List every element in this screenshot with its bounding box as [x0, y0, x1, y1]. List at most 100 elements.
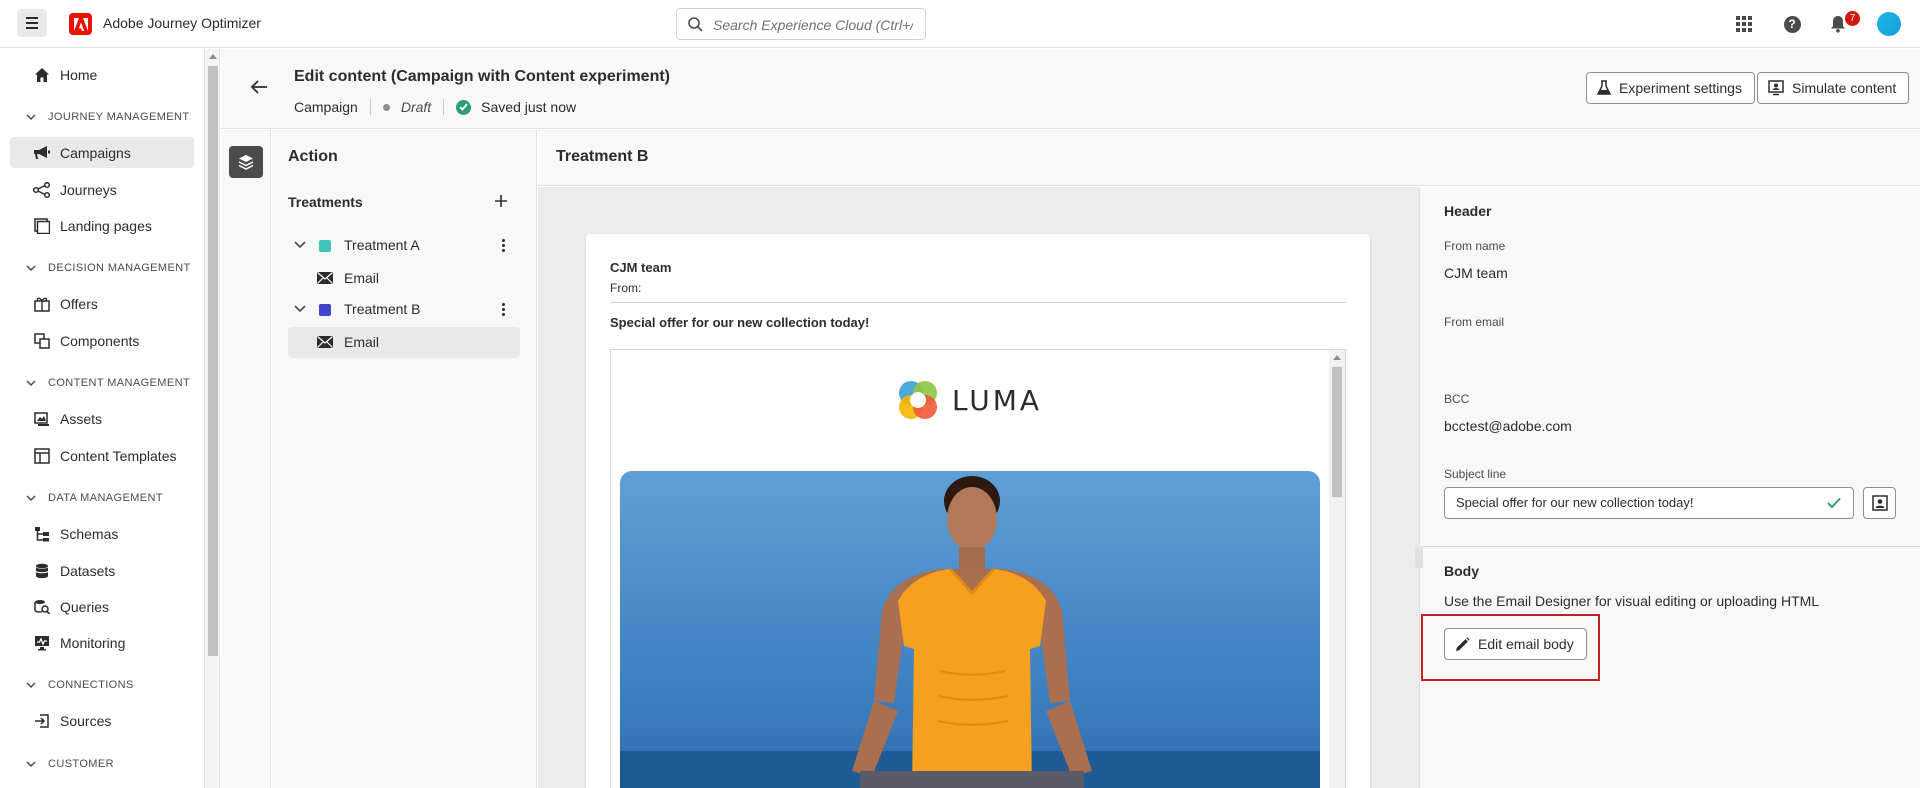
body-description: Use the Email Designer for visual editin… — [1444, 593, 1820, 609]
treatment-a-row[interactable]: Treatment A — [288, 230, 520, 261]
from-name-value[interactable]: CJM team — [1444, 265, 1508, 281]
treatment-b-row[interactable]: Treatment B — [288, 294, 520, 325]
sidebar-scrollbar[interactable] — [205, 49, 220, 788]
treatment-title: Treatment B — [556, 148, 649, 165]
subject-line-value[interactable]: Special offer for our new collection tod… — [1456, 495, 1694, 510]
check-icon — [1827, 496, 1841, 512]
adobe-logo-icon — [69, 13, 92, 35]
nav-offers[interactable]: Offers — [10, 288, 194, 319]
brand-name: LUMA — [952, 383, 1043, 417]
assets-icon — [32, 409, 52, 429]
nav-home[interactable]: Home — [10, 59, 194, 90]
campaign-meta: Campaign Draft Saved just now — [294, 97, 576, 117]
bcc-value[interactable]: bcctest@adobe.com — [1444, 418, 1572, 434]
search-icon — [688, 17, 703, 35]
envelope-icon — [316, 335, 334, 352]
edit-email-body-button[interactable]: Edit email body — [1444, 628, 1587, 660]
panel-resize-handle[interactable] — [1415, 546, 1423, 568]
treatment-b-swatch — [319, 304, 331, 316]
simulate-icon — [1768, 80, 1784, 96]
divider — [1419, 546, 1920, 547]
chevron-down-icon[interactable] — [294, 304, 306, 314]
query-icon — [32, 597, 52, 617]
menu-toggle-button[interactable] — [17, 9, 47, 37]
apps-grid-icon[interactable] — [1734, 14, 1754, 34]
preview-from-label: From: — [610, 281, 642, 295]
section-customer[interactable]: CUSTOMER — [26, 754, 114, 774]
section-data-management[interactable]: DATA MANAGEMENT — [26, 488, 163, 508]
checkmark-circle-icon — [456, 99, 472, 115]
offer-icon — [32, 294, 52, 314]
schema-icon — [32, 524, 52, 544]
chevron-down-icon — [26, 380, 36, 387]
template-icon — [32, 446, 52, 466]
nav-journeys[interactable]: Journeys — [10, 174, 194, 205]
database-icon — [32, 561, 52, 581]
nav-queries[interactable]: Queries — [10, 591, 194, 622]
luma-logo-icon — [899, 381, 937, 419]
action-panel-title: Action — [288, 148, 338, 165]
chevron-down-icon[interactable] — [294, 240, 306, 250]
divider — [610, 302, 1346, 303]
more-options-icon[interactable] — [495, 237, 511, 253]
back-arrow-icon[interactable] — [250, 79, 268, 98]
section-decision-management[interactable]: DECISION MANAGEMENT — [26, 258, 191, 278]
envelope-icon — [316, 271, 334, 288]
section-journey-management[interactable]: JOURNEY MANAGEMENT — [26, 107, 189, 127]
chevron-down-icon — [26, 495, 36, 502]
nav-landing-pages[interactable]: Landing pages — [10, 210, 194, 241]
subject-line-label: Subject line — [1444, 467, 1507, 481]
app-title: Adobe Journey Optimizer — [103, 15, 261, 31]
preview-from-name: CJM team — [610, 260, 672, 275]
section-content-management[interactable]: CONTENT MANAGEMENT — [26, 373, 190, 393]
section-connections[interactable]: CONNECTIONS — [26, 675, 134, 695]
search-box[interactable] — [676, 8, 926, 40]
body-section-title: Body — [1444, 563, 1479, 579]
chevron-down-icon — [26, 114, 36, 121]
email-body-scrollbar[interactable] — [1329, 350, 1345, 788]
nav-assets[interactable]: Assets — [10, 403, 194, 434]
landing-page-icon — [32, 216, 52, 236]
nav-components[interactable]: Components — [10, 325, 194, 356]
header-section-title: Header — [1444, 203, 1492, 219]
source-icon — [32, 711, 52, 731]
nav-schemas[interactable]: Schemas — [10, 518, 194, 549]
from-name-label: From name — [1444, 239, 1506, 253]
add-treatment-icon[interactable] — [493, 193, 509, 209]
nav-sources[interactable]: Sources — [10, 705, 194, 736]
journey-icon — [32, 180, 52, 200]
help-icon[interactable]: ? — [1782, 14, 1802, 34]
status-dot — [382, 103, 390, 111]
personalization-button[interactable] — [1863, 487, 1896, 519]
monitoring-icon — [32, 633, 52, 653]
page-title: Edit content (Campaign with Content expe… — [294, 68, 671, 85]
nav-campaigns[interactable]: Campaigns — [10, 137, 194, 168]
top-bar: Adobe Journey Optimizer ? 7 — [0, 0, 1920, 48]
action-panel — [272, 130, 537, 788]
chevron-down-icon — [26, 761, 36, 768]
nav-monitoring[interactable]: Monitoring — [10, 627, 194, 658]
pencil-icon — [1455, 636, 1470, 652]
nav-content-templates[interactable]: Content Templates — [10, 440, 194, 471]
personalization-icon — [1871, 495, 1888, 511]
chevron-down-icon — [26, 682, 36, 689]
megaphone-icon — [32, 143, 52, 163]
luma-logo: LUMA — [896, 378, 1042, 422]
components-icon — [32, 331, 52, 351]
preview-subject: Special offer for our new collection tod… — [610, 315, 870, 330]
subject-line-field[interactable]: Special offer for our new collection tod… — [1444, 487, 1854, 519]
search-input[interactable] — [713, 15, 913, 35]
more-options-icon[interactable] — [495, 301, 511, 317]
nav-datasets[interactable]: Datasets — [10, 555, 194, 586]
notification-badge: 7 — [1845, 11, 1860, 26]
left-rail — [221, 130, 271, 788]
treatment-a-email[interactable]: Email — [288, 263, 520, 294]
treatment-b-email[interactable]: Email — [288, 327, 520, 358]
layers-button[interactable] — [229, 146, 263, 178]
user-avatar[interactable] — [1877, 12, 1901, 36]
from-email-label: From email — [1444, 315, 1505, 329]
layers-icon — [238, 155, 254, 170]
experiment-settings-button[interactable]: Experiment settings — [1586, 72, 1755, 104]
bcc-label: BCC — [1444, 392, 1470, 406]
simulate-content-button[interactable]: Simulate content — [1757, 72, 1910, 104]
